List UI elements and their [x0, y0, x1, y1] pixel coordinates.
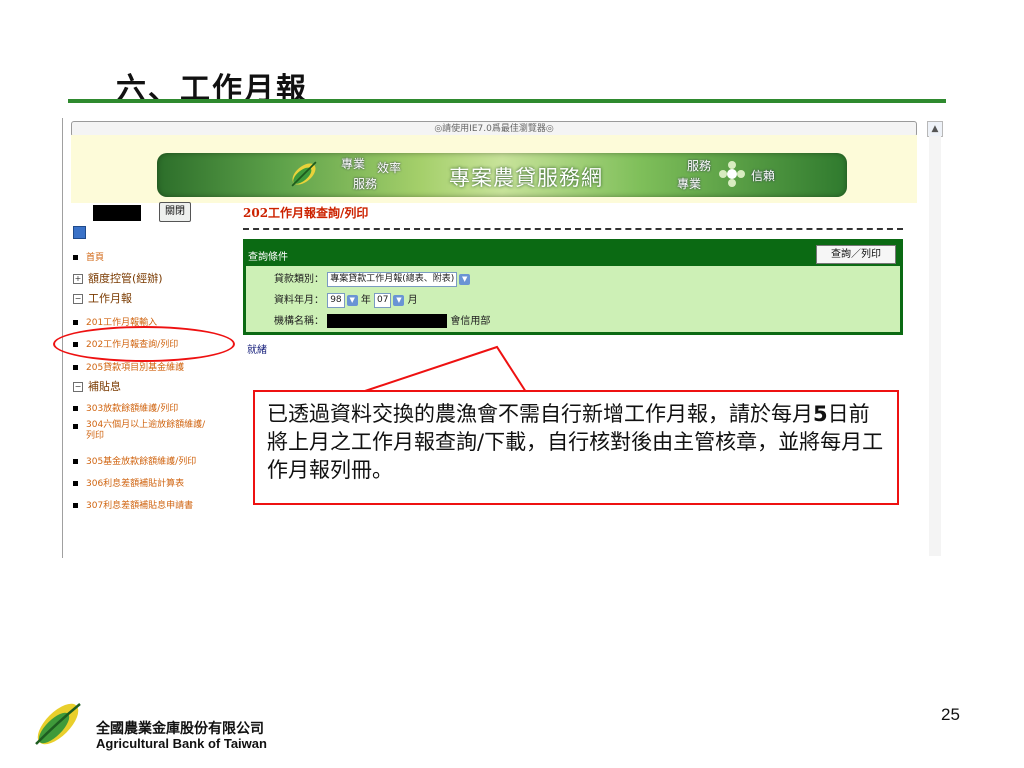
callout-pointer	[361, 345, 527, 393]
callout-text-bold: 5	[813, 402, 828, 426]
page-number: 25	[941, 705, 960, 724]
callout-note: 已透過資料交換的農漁會不需自行新增工作月報，請於每月5日前將上月之工作月報查詢/…	[253, 390, 899, 505]
callout-text-part1: 已透過資料交換的農漁會不需自行新增工作月報，請於每月	[267, 402, 813, 426]
bank-name-en: Agricultural Bank of Taiwan	[96, 736, 267, 751]
bank-logo-icon	[35, 703, 81, 745]
bank-name-zh: 全國農業金庫股份有限公司	[96, 721, 264, 737]
